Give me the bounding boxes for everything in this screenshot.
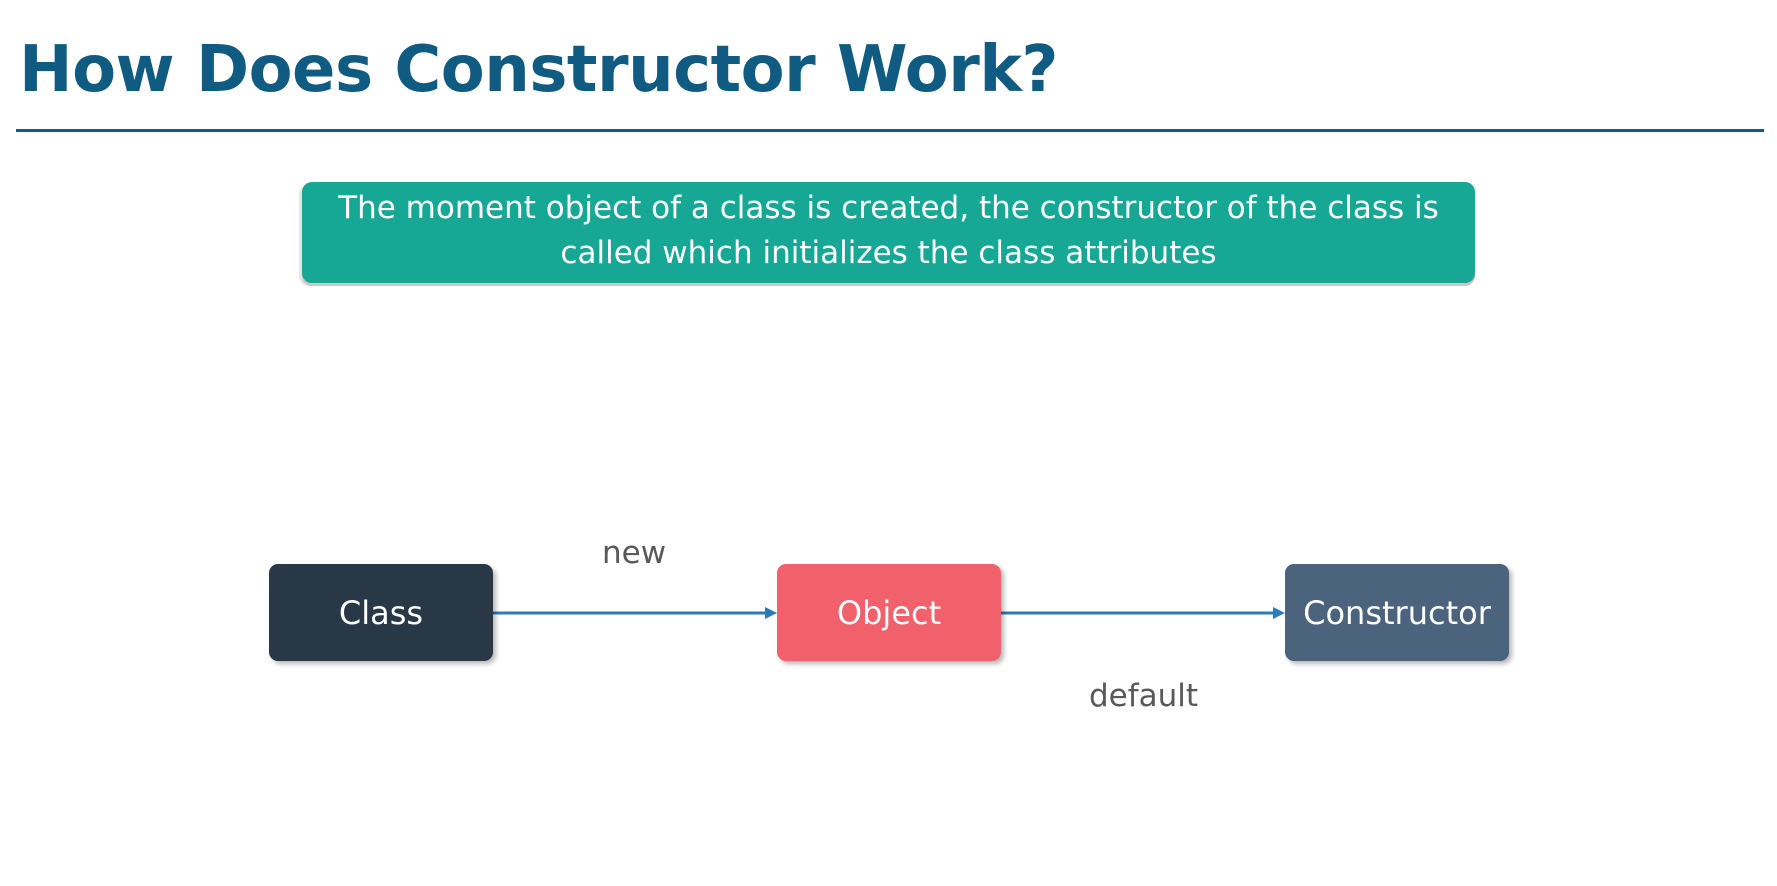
arrow-class-to-object [493,607,777,619]
diagram-arrows [493,607,1285,619]
slide-title: How Does Constructor Work? [19,33,1059,107]
definition-callout: The moment object of a class is created,… [302,182,1475,283]
arrow-object-to-constructor [1001,607,1285,619]
constructor-node-label: Constructor [1303,593,1491,632]
edge-label-new: new [602,535,667,571]
callout-line-1: The moment object of a class is created,… [338,190,1439,226]
class-node: Class [269,564,493,661]
title-divider [16,129,1764,132]
edge-label-default: default [1089,678,1199,714]
constructor-node: Constructor [1285,564,1509,661]
object-node: Object [777,564,1001,661]
class-node-label: Class [338,593,424,632]
callout-line-2: called which initializes the class attri… [560,235,1217,271]
object-node-label: Object [836,593,942,632]
